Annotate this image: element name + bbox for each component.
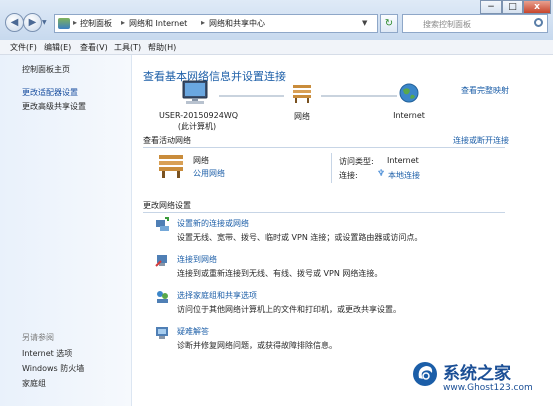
- search-box[interactable]: 搜索控制面板: [402, 14, 548, 33]
- homegroup-sharing-icon: [157, 291, 168, 303]
- task-homegroup-sharing-desc: 访问位于其他网络计算机上的文件和打印机，或更改共享设置。: [177, 305, 401, 314]
- title-bar: ◀ ▶ ▼ ▸ 控制面板 ▸ 网络和 Internet ▸ 网络和共享中心 ▼ …: [0, 0, 553, 41]
- vertical-divider: [331, 153, 332, 183]
- forward-button[interactable]: ▶: [23, 13, 42, 32]
- task-connect-network-desc: 连接到或重新连接到无线、有线、拨号或 VPN 网络连接。: [177, 269, 383, 278]
- recent-pages-icon[interactable]: ▼: [42, 19, 47, 26]
- task-setup-connection-desc: 设置无线、宽带、拨号、临时或 VPN 连接；或设置路由器或访问点。: [177, 233, 423, 242]
- task-setup-connection-link[interactable]: 设置新的连接或网络: [177, 218, 249, 229]
- network-label: 网络: [294, 112, 310, 121]
- divider: [143, 147, 505, 148]
- access-type-label: 访问类型:: [339, 157, 374, 166]
- sidebar-item-homegroup[interactable]: 家庭组: [22, 378, 46, 389]
- sidebar-item-control-panel-home[interactable]: 控制面板主页: [22, 64, 70, 75]
- sidebar-item-windows-firewall[interactable]: Windows 防火墙: [22, 363, 84, 374]
- task-homegroup-sharing-link[interactable]: 选择家庭组和共享选项: [177, 290, 257, 301]
- network-type-link[interactable]: 公用网络: [193, 168, 225, 179]
- breadcrumb-sharing-center[interactable]: 网络和共享中心: [209, 18, 265, 29]
- computer-name-label: USER-20150924WQ: [159, 111, 239, 120]
- menu-view[interactable]: 查看(V): [80, 42, 108, 53]
- active-network-name: 网络: [193, 156, 209, 165]
- breadcrumb-separator-icon[interactable]: ▸: [201, 18, 205, 27]
- breadcrumb-control-panel[interactable]: 控制面板: [80, 18, 112, 29]
- breadcrumb-network-internet[interactable]: 网络和 Internet: [129, 18, 187, 29]
- task-troubleshoot-desc: 诊断并修复网络问题，或获得故障排除信息。: [177, 341, 337, 350]
- refresh-button[interactable]: ↻: [380, 14, 398, 33]
- change-settings-title: 更改网络设置: [143, 201, 191, 210]
- map-connector-line: [219, 95, 284, 97]
- task-connect-network-link[interactable]: 连接到网络: [177, 254, 217, 265]
- page-title: 查看基本网络信息并设置连接: [143, 70, 286, 83]
- connect-disconnect-link[interactable]: 连接或断开连接: [453, 135, 509, 146]
- menu-bar: 文件(F) 编辑(E) 查看(V) 工具(T) 帮助(H): [0, 40, 553, 55]
- access-type-value: Internet: [387, 156, 419, 165]
- new-connection-icon: [156, 217, 169, 231]
- divider: [143, 212, 505, 213]
- sidebar-item-internet-options[interactable]: Internet 选项: [22, 348, 72, 359]
- watermark-url: www.Ghost123.com: [443, 383, 533, 393]
- forward-arrow-icon: ▶: [28, 17, 37, 28]
- sidebar: 控制面板主页 更改适配器设置 更改高级共享设置 另请参阅 Internet 选项…: [0, 55, 132, 406]
- menu-help[interactable]: 帮助(H): [148, 42, 176, 53]
- back-button[interactable]: ◀: [5, 13, 24, 32]
- connect-network-icon: [155, 255, 167, 267]
- back-arrow-icon: ◀: [10, 17, 19, 28]
- watermark-name: 系统之家: [443, 364, 511, 384]
- internet-globe-icon[interactable]: [398, 82, 420, 104]
- sidebar-item-advanced-sharing[interactable]: 更改高级共享设置: [22, 101, 86, 112]
- see-also-title: 另请参阅: [22, 333, 54, 342]
- maximize-button[interactable]: □: [502, 0, 523, 14]
- view-full-map-link[interactable]: 查看完整映射: [461, 85, 509, 96]
- menu-tools[interactable]: 工具(T): [114, 42, 141, 53]
- active-networks-title: 查看活动网络: [143, 136, 191, 145]
- computer-sub-label: (此计算机): [177, 122, 217, 131]
- address-dropdown-icon[interactable]: ▼: [362, 19, 367, 27]
- connections-label: 连接:: [339, 171, 358, 180]
- close-button[interactable]: x: [523, 0, 551, 14]
- refresh-icon: ↻: [384, 18, 394, 29]
- menu-edit[interactable]: 编辑(E): [44, 42, 71, 53]
- breadcrumb-separator-icon[interactable]: ▸: [121, 18, 125, 27]
- wired-connection-icon: ♆: [377, 169, 386, 179]
- search-placeholder: 搜索控制面板: [423, 20, 471, 29]
- internet-label: Internet: [393, 111, 425, 120]
- menu-file[interactable]: 文件(F): [10, 42, 37, 53]
- main-content: 查看基本网络信息并设置连接 查看完整映射 USER-20150924WQ (此计…: [131, 55, 553, 406]
- watermark-swirl-icon: [413, 362, 437, 386]
- search-icon: [534, 18, 543, 27]
- minimize-button[interactable]: −: [480, 0, 502, 14]
- control-panel-icon: [58, 18, 70, 29]
- task-troubleshoot-link[interactable]: 疑难解答: [177, 326, 209, 337]
- computer-icon[interactable]: [179, 79, 213, 107]
- map-connector-line: [321, 95, 397, 97]
- breadcrumb-separator-icon[interactable]: ▸: [73, 18, 77, 27]
- public-network-bench-icon: [159, 155, 183, 178]
- local-connection-link[interactable]: 本地连接: [388, 170, 420, 181]
- sidebar-item-adapter-settings[interactable]: 更改适配器设置: [22, 87, 78, 98]
- network-bench-icon[interactable]: [291, 81, 313, 103]
- watermark-logo: 系统之家 www.Ghost123.com: [411, 356, 553, 406]
- address-bar[interactable]: ▸ 控制面板 ▸ 网络和 Internet ▸ 网络和共享中心 ▼: [54, 14, 378, 33]
- troubleshoot-icon: [156, 327, 168, 339]
